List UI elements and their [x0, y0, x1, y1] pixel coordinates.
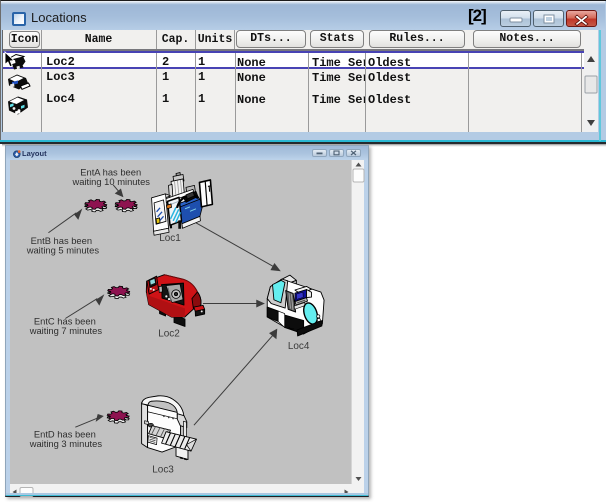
svg-text:waiting 3 minutes: waiting 3 minutes: [29, 439, 103, 449]
svg-text:Loc2: Loc2: [158, 328, 180, 339]
svg-text:waiting 7 minutes: waiting 7 minutes: [29, 326, 103, 336]
svg-text:Loc1: Loc1: [159, 233, 181, 244]
svg-text:Loc4: Loc4: [288, 341, 310, 352]
svg-text:Loc3: Loc3: [152, 465, 174, 476]
svg-text:waiting 10 minutes: waiting 10 minutes: [71, 177, 150, 187]
svg-text:waiting 5 minutes: waiting 5 minutes: [26, 246, 100, 256]
